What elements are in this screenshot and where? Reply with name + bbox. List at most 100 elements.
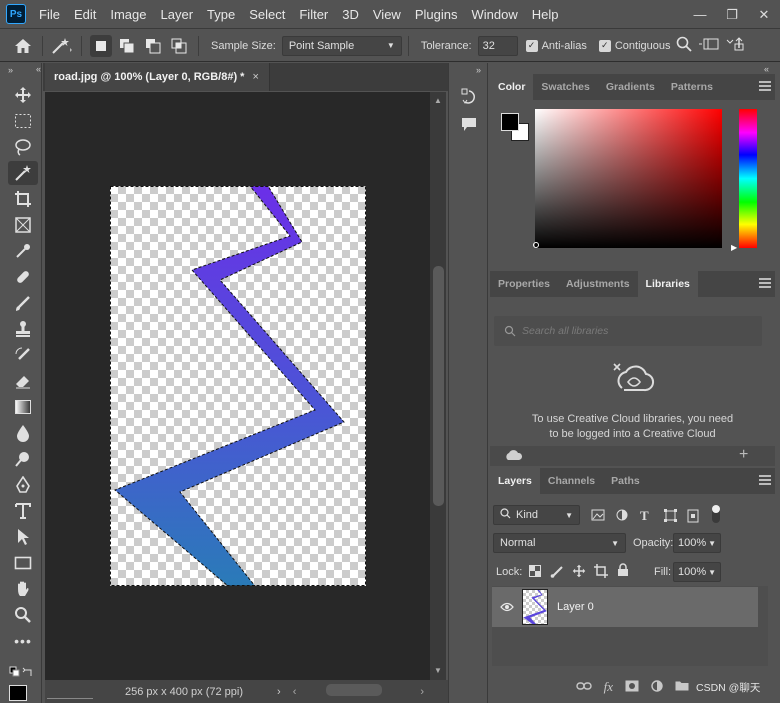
scroll-down-icon[interactable]: ▼ — [434, 666, 442, 675]
blur-tool[interactable] — [8, 421, 38, 445]
move-tool[interactable] — [8, 83, 38, 107]
tolerance-input[interactable]: 32 — [477, 35, 518, 56]
menu-plugins[interactable]: Plugins — [408, 0, 465, 29]
add-mask-icon[interactable] — [625, 680, 639, 695]
layer-row-layer-0[interactable]: Layer 0 — [492, 587, 758, 627]
lock-all-icon[interactable] — [617, 563, 629, 580]
blend-mode-select[interactable]: Normal ▼ — [493, 533, 626, 553]
menu-3d[interactable]: 3D — [335, 0, 366, 29]
filter-adjustment-icon[interactable] — [616, 509, 628, 524]
color-picker-handle[interactable] — [533, 242, 539, 248]
filter-type-icon[interactable]: T — [640, 508, 649, 524]
contiguous-checkbox[interactable]: ✓ — [598, 39, 611, 52]
lock-pixels-icon[interactable] — [550, 564, 564, 581]
minimize-button[interactable]: — — [684, 0, 716, 29]
filter-toggle-switch[interactable] — [712, 505, 720, 523]
tab-color[interactable]: Color — [490, 74, 534, 100]
hue-slider-handle[interactable]: ▶ — [731, 243, 737, 252]
rectangle-tool[interactable] — [8, 551, 38, 575]
menu-view[interactable]: View — [366, 0, 408, 29]
foreground-color-swatch[interactable] — [9, 685, 27, 701]
tab-libraries[interactable]: Libraries — [637, 271, 698, 297]
zoom-level-field[interactable] — [47, 685, 93, 699]
home-button[interactable] — [12, 35, 34, 57]
horizontal-scroll-thumb[interactable] — [326, 684, 382, 696]
tab-channels[interactable]: Channels — [540, 468, 603, 494]
scroll-right-icon[interactable]: › — [420, 686, 424, 698]
eye-icon[interactable] — [500, 602, 514, 615]
history-brush-tool[interactable] — [8, 343, 38, 367]
tab-gradients[interactable]: Gradients — [598, 74, 663, 100]
tab-paths[interactable]: Paths — [603, 468, 648, 494]
share-icon[interactable] — [726, 37, 748, 54]
hand-tool[interactable] — [8, 577, 38, 601]
menu-help[interactable]: Help — [525, 0, 566, 29]
lock-transparent-icon[interactable] — [529, 565, 541, 580]
fill-input[interactable]: 100% ▼ — [673, 562, 721, 582]
lock-artboard-icon[interactable] — [594, 564, 608, 581]
layer-name[interactable]: Layer 0 — [557, 601, 594, 613]
panel-menu-icon[interactable] — [759, 278, 771, 288]
marquee-tool[interactable] — [8, 109, 38, 133]
menu-select[interactable]: Select — [242, 0, 292, 29]
gradient-tool[interactable] — [8, 395, 38, 419]
menu-layer[interactable]: Layer — [154, 0, 201, 29]
filter-pixel-icon[interactable] — [591, 509, 605, 524]
cloud-sync-icon[interactable] — [505, 448, 523, 465]
vertical-scroll-thumb[interactable] — [433, 266, 444, 506]
collapse-panels-icon[interactable]: « — [36, 64, 41, 74]
eyedropper-tool[interactable] — [8, 239, 38, 263]
tab-patterns[interactable]: Patterns — [663, 74, 721, 100]
panel-menu-icon[interactable] — [759, 81, 771, 91]
color-field[interactable] — [535, 109, 722, 248]
magic-wand-tool[interactable] — [8, 161, 38, 185]
filter-smart-object-icon[interactable] — [687, 509, 699, 526]
expand-dock-icon[interactable]: » — [449, 63, 487, 75]
add-library-icon[interactable]: + — [739, 446, 748, 464]
zoom-tool[interactable] — [8, 603, 38, 627]
layer-effects-icon[interactable]: fx — [604, 679, 613, 695]
search-icon[interactable] — [676, 36, 693, 55]
menu-edit[interactable]: Edit — [67, 0, 103, 29]
menu-filter[interactable]: Filter — [292, 0, 335, 29]
frame-tool[interactable] — [8, 213, 38, 237]
tab-properties[interactable]: Properties — [490, 271, 558, 297]
menu-file[interactable]: File — [32, 0, 67, 29]
status-chevron-icon[interactable]: › — [277, 686, 281, 698]
sample-size-select[interactable]: Point Sample ▼ — [281, 35, 402, 56]
type-tool[interactable] — [8, 499, 38, 523]
new-selection-button[interactable] — [90, 34, 112, 57]
history-panel-button[interactable] — [459, 87, 479, 110]
opacity-input[interactable]: 100% ▼ — [673, 533, 721, 553]
new-group-icon[interactable] — [675, 680, 689, 694]
default-colors-icon[interactable] — [9, 666, 35, 685]
link-layers-icon[interactable] — [575, 680, 592, 694]
foreground-color-chip[interactable] — [501, 113, 519, 131]
scroll-up-icon[interactable]: ▲ — [434, 96, 442, 105]
antialias-checkbox[interactable]: ✓ — [525, 39, 538, 52]
comments-panel-button[interactable] — [461, 117, 477, 136]
brush-tool[interactable] — [8, 291, 38, 315]
scroll-left-icon[interactable]: ‹ — [293, 686, 297, 698]
menu-type[interactable]: Type — [200, 0, 242, 29]
subtract-selection-button[interactable] — [142, 35, 164, 57]
collapse-toolbar-icon[interactable]: » — [0, 63, 41, 81]
intersect-selection-button[interactable] — [168, 35, 190, 57]
tab-adjustments[interactable]: Adjustments — [558, 271, 638, 297]
hue-slider[interactable] — [739, 109, 757, 248]
crop-tool[interactable] — [8, 187, 38, 211]
path-selection-tool[interactable] — [8, 525, 38, 549]
menu-image[interactable]: Image — [103, 0, 153, 29]
dodge-tool[interactable] — [8, 447, 38, 471]
restore-button[interactable]: ❐ — [716, 0, 748, 29]
panel-menu-icon[interactable] — [759, 475, 771, 485]
tool-preset-picker[interactable] — [51, 35, 73, 57]
more-tools[interactable]: ••• — [8, 629, 38, 653]
lock-position-icon[interactable] — [572, 564, 586, 581]
photoshop-logo[interactable]: Ps — [6, 4, 26, 24]
menu-window[interactable]: Window — [464, 0, 524, 29]
filter-shape-icon[interactable] — [664, 509, 677, 525]
add-selection-button[interactable] — [116, 35, 138, 57]
layer-filter-select[interactable]: Kind ▼ — [493, 505, 580, 525]
collapse-right-panels-icon[interactable]: « — [764, 64, 769, 74]
